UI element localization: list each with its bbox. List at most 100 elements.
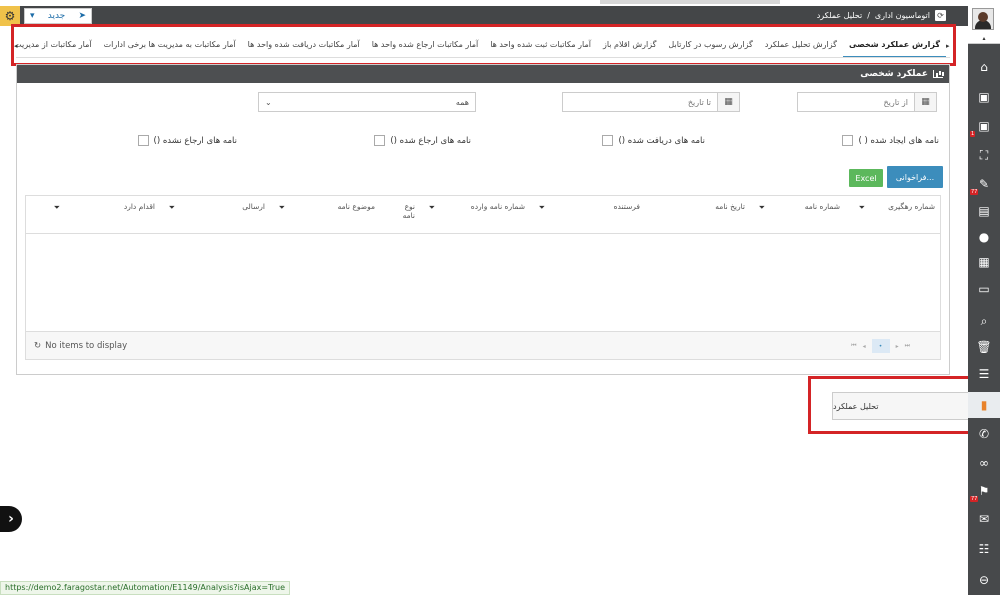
link-icon[interactable]: ∞ (968, 450, 1000, 476)
col-letter-date[interactable]: تاریخ نامه (715, 202, 745, 211)
checkbox-label: نامه های ارجاع نشده () (153, 135, 237, 146)
inbox-badge-icon[interactable]: ▣ 1 (968, 113, 1000, 139)
calendar-icon[interactable]: ▦ (914, 93, 936, 111)
col-sent[interactable]: ارسالی (242, 202, 265, 211)
trash-icon[interactable]: 🗑 (968, 334, 1000, 360)
pager: ⏮ ◂ • ▸ ⏭ (851, 339, 910, 353)
edit-icon[interactable]: ✎ 77 (968, 171, 1000, 197)
top-bar-left: ⚙ ▾ جدید ➤ (0, 6, 92, 26)
inbox-icon[interactable]: ▣ (968, 84, 1000, 110)
send-icon: ➤ (78, 11, 86, 21)
folder-icon[interactable]: ▭ (968, 276, 1000, 302)
col-subject[interactable]: موضوع نامه (338, 202, 375, 211)
to-date-field[interactable]: ▦ (562, 92, 740, 112)
report-tabs: گزارش عملکرد شخصی گزارش تحلیل عملکرد گزا… (16, 34, 950, 58)
filter-icon[interactable]: ⏷ (54, 203, 60, 213)
sidebar-collapse-icon[interactable]: ▴ (968, 34, 1000, 44)
calendar-icon[interactable]: ▦ (717, 93, 739, 111)
tab-referred-stats[interactable]: آمار مکاتبات ارجاع شده واحد ها (366, 34, 485, 57)
filter-icon[interactable]: ⏷ (539, 203, 545, 213)
top-scroll-strip (600, 0, 780, 4)
breadcrumb-current: تحلیل عملکرد (816, 11, 863, 20)
breadcrumb: ⟳ اتوماسیون اداری / تحلیل عملکرد (817, 10, 946, 21)
breadcrumb-separator: / (867, 11, 870, 20)
filter-icon[interactable]: ⏷ (279, 203, 285, 213)
checkbox-label: نامه های ایجاد شده ( ) (858, 135, 939, 146)
filter-icon[interactable]: ⏷ (169, 203, 175, 213)
mail-icon[interactable]: ✉ (968, 506, 1000, 532)
last-page-icon[interactable]: ⏭ (905, 342, 910, 350)
drafts-badge: 77 (970, 189, 979, 195)
home-icon[interactable]: ⌂ (968, 54, 1000, 80)
not-referred-letters-checkbox[interactable]: نامه های ارجاع نشده () (137, 135, 237, 146)
tab-personal-performance[interactable]: گزارش عملکرد شخصی (842, 34, 946, 57)
filter-icon[interactable]: ⏷ (859, 203, 865, 213)
filter-select[interactable]: ⌄ همه (258, 92, 476, 112)
tabs-scroll-right-icon[interactable]: ▸ (946, 42, 950, 50)
performance-analysis-tooltip: تحلیل عملکرد (832, 392, 970, 420)
to-date-input[interactable] (563, 93, 717, 111)
col-sender[interactable]: فرستنده (614, 202, 640, 211)
col-incoming-number[interactable]: شماره نامه وارده (471, 202, 525, 211)
tab-performance-analysis[interactable]: گزارش تحلیل عملکرد (759, 34, 843, 57)
grid-empty-status: ↻ No items to display (34, 341, 127, 351)
checkbox-box[interactable] (602, 135, 614, 146)
recall-button[interactable]: فراخوانی... (887, 166, 943, 188)
status-bar-url: https://demo2.faragostar.net/Automation/… (0, 581, 291, 595)
created-letters-checkbox[interactable]: نامه های ایجاد شده ( ) (842, 135, 939, 146)
filter-icon[interactable]: ⏷ (429, 203, 435, 213)
checkbox-label: نامه های ارجاع شده () (390, 135, 471, 146)
chevron-down-icon: ▾ (30, 11, 35, 21)
top-bar: ⚙ ▾ جدید ➤ ⟳ اتوماسیون اداری / تحلیل عمل… (0, 6, 968, 26)
sync-icon[interactable]: ⟳ (935, 10, 946, 21)
next-page-icon[interactable]: ▸ (896, 343, 899, 350)
avatar[interactable] (972, 8, 994, 30)
flag-icon[interactable]: ⚑ 77 (968, 478, 1000, 504)
referred-letters-checkbox[interactable]: نامه های ارجاع شده () (374, 135, 471, 146)
bar-chart-icon (933, 70, 943, 78)
workflow-icon[interactable]: ⛶ (968, 142, 1000, 168)
breadcrumb-root[interactable]: اتوماسیون اداری (875, 11, 930, 20)
prev-page-icon[interactable]: ◂ (863, 343, 866, 350)
filter-select-value: همه (455, 97, 469, 107)
excel-button[interactable]: Excel (849, 169, 883, 187)
refresh-icon[interactable]: ↻ (34, 341, 41, 351)
grid-empty-text: No items to display (45, 341, 128, 351)
first-page-icon[interactable]: ⏮ (851, 342, 856, 350)
col-tracking-number[interactable]: شماره رهگیری (888, 202, 935, 211)
checkbox-box[interactable] (137, 135, 149, 146)
tab-to-management-stats[interactable]: آمار مکاتبات به مدیریت ها برخی ادارات (98, 34, 242, 57)
current-page[interactable]: • (871, 339, 890, 353)
tab-open-items[interactable]: گزارش اقلام باز (597, 34, 662, 57)
tab-cartable-backlog[interactable]: گزارش رسوب در کارتابل (662, 34, 758, 57)
flag-badge: 77 (970, 496, 979, 502)
filter-icon[interactable]: ⏷ (759, 203, 765, 213)
gear-icon[interactable]: ⚙ (0, 6, 20, 26)
personal-performance-panel: عملکرد شخصی ▦ ▦ ⌄ همه نامه های ایجاد شده… (16, 64, 950, 375)
new-button[interactable]: ▾ جدید ➤ (24, 8, 92, 24)
inbox-badge: 1 (970, 131, 976, 137)
back-arrow-icon[interactable]: ⊖ (968, 567, 1000, 593)
col-letter-type[interactable]: نوع نامه (397, 202, 415, 220)
menu-list-icon[interactable]: ☷ (968, 536, 1000, 562)
list-icon[interactable]: ☰ (968, 361, 1000, 387)
upload-icon[interactable]: ▤ (968, 198, 1000, 224)
chat-icon[interactable]: ● (968, 224, 1000, 250)
chevron-right-icon[interactable]: › (0, 506, 22, 532)
col-has-action[interactable]: اقدام دارد (124, 202, 155, 211)
tabs-scroll-left-icon[interactable]: ◂ (14, 42, 18, 50)
tab-received-stats[interactable]: آمار مکاتبات دریافت شده واحد ها (242, 34, 366, 57)
checkbox-box[interactable] (842, 135, 854, 146)
performance-analysis-icon[interactable]: ▮ (968, 392, 1000, 418)
tab-from-management-stats[interactable]: آمار مکاتبات از مدیریت ها برخی (16, 34, 98, 57)
grid-footer: ↻ No items to display ⏮ ◂ • ▸ ⏭ (26, 331, 940, 359)
archive-icon[interactable]: ▦ (968, 249, 1000, 275)
received-letters-checkbox[interactable]: نامه های دریافت شده () (602, 135, 705, 146)
from-date-field[interactable]: ▦ (797, 92, 937, 112)
col-letter-number[interactable]: شماره نامه (805, 202, 840, 211)
search-icon[interactable]: ⌕ (968, 308, 1000, 334)
phone-icon[interactable]: ✆ (968, 421, 1000, 447)
from-date-input[interactable] (798, 93, 914, 111)
checkbox-box[interactable] (374, 135, 386, 146)
tab-registered-stats[interactable]: آمار مکاتبات ثبت شده واحد ها (484, 34, 597, 57)
